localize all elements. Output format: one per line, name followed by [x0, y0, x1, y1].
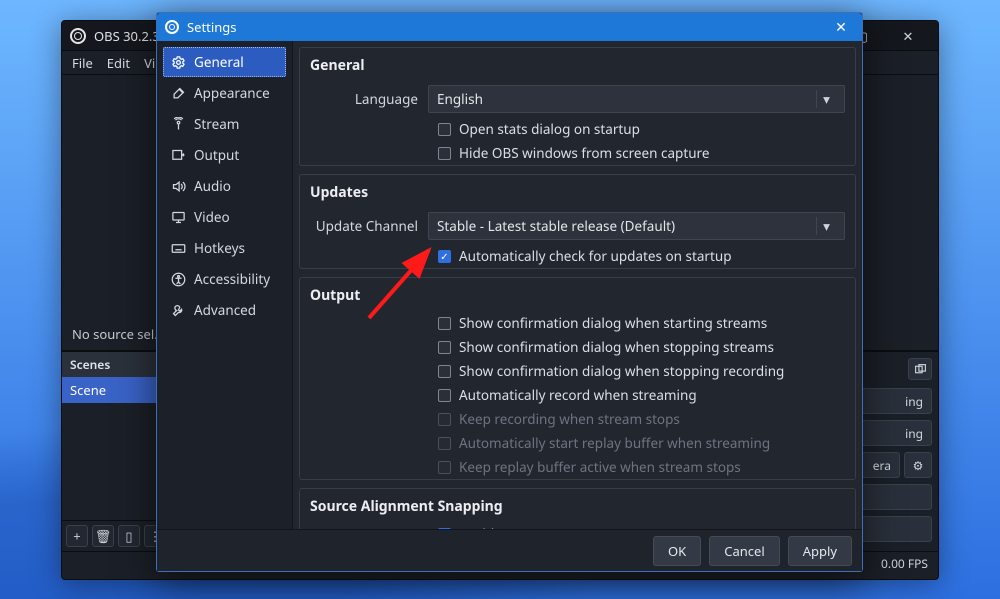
fps-label: 0.00 FPS: [881, 555, 928, 572]
section-general: General Language English ▾ Open stats di…: [299, 47, 856, 166]
language-select[interactable]: English ▾: [428, 85, 845, 113]
confirm-stop-streams-checkbox-row[interactable]: Show confirmation dialog when stopping s…: [300, 335, 855, 359]
settings-dialog: Settings ✕ General Appearance Stream Out…: [156, 12, 863, 572]
update-channel-select[interactable]: Stable - Latest stable release (Default)…: [428, 212, 845, 240]
sidebar-item-output[interactable]: Output: [163, 140, 286, 170]
section-snapping: Source Alignment Snapping Enable: [299, 488, 856, 529]
sidebar-item-accessibility[interactable]: Accessibility: [163, 264, 286, 294]
checkbox-unchecked[interactable]: [438, 123, 451, 136]
dialog-footer: OK Cancel Apply: [157, 529, 862, 571]
accessibility-icon: [171, 272, 186, 287]
sidebar-item-video[interactable]: Video: [163, 202, 286, 232]
monitor-icon: [171, 210, 186, 225]
snapping-enable-checkbox-row[interactable]: Enable: [300, 522, 855, 529]
open-stats-checkbox-row[interactable]: Open stats dialog on startup: [300, 117, 855, 141]
obs-logo-icon: [165, 20, 179, 34]
language-label: Language: [310, 90, 428, 108]
obs-logo-icon: [70, 28, 86, 44]
confirm-start-streams-checkbox-row[interactable]: Show confirmation dialog when starting s…: [300, 311, 855, 335]
section-updates: Updates Update Channel Stable - Latest s…: [299, 174, 856, 269]
cancel-button[interactable]: Cancel: [709, 536, 779, 566]
auto-check-updates-checkbox-row[interactable]: Automatically check for updates on start…: [300, 244, 855, 268]
scene-filter-button[interactable]: ▯: [118, 525, 140, 547]
keep-recording-checkbox-row: Keep recording when stream stops: [300, 407, 855, 431]
brush-icon: [171, 86, 186, 101]
checkbox-unchecked[interactable]: [438, 341, 451, 354]
checkbox-unchecked[interactable]: [438, 147, 451, 160]
section-heading: Output: [300, 278, 855, 311]
speaker-icon: [171, 179, 186, 194]
settings-gear-button[interactable]: ⚙: [904, 452, 932, 478]
sidebar-item-general[interactable]: General: [163, 47, 286, 77]
chevron-down-icon: ▾: [816, 217, 836, 235]
section-heading: Source Alignment Snapping: [300, 489, 855, 522]
scene-remove-button[interactable]: 🗑: [92, 525, 114, 547]
obs-title: OBS 30.2.3: [94, 27, 160, 45]
section-heading: Updates: [300, 175, 855, 208]
checkbox-disabled: [438, 461, 451, 474]
checkbox-disabled: [438, 437, 451, 450]
settings-sidebar: General Appearance Stream Output Audio V…: [157, 41, 293, 529]
keep-replay-buffer-checkbox-row: Keep replay buffer active when stream st…: [300, 455, 855, 479]
dialog-title: Settings: [187, 18, 236, 36]
scene-add-button[interactable]: +: [66, 525, 88, 547]
section-heading: General: [300, 48, 855, 81]
confirm-stop-recording-checkbox-row[interactable]: Show confirmation dialog when stopping r…: [300, 359, 855, 383]
antenna-icon: [171, 117, 186, 132]
checkbox-checked[interactable]: [438, 250, 451, 263]
keyboard-icon: [171, 241, 186, 256]
update-channel-label: Update Channel: [310, 217, 428, 235]
sidebar-item-audio[interactable]: Audio: [163, 171, 286, 201]
close-button[interactable]: ✕: [886, 22, 930, 50]
checkbox-unchecked[interactable]: [438, 365, 451, 378]
auto-replay-buffer-checkbox-row: Automatically start replay buffer when s…: [300, 431, 855, 455]
chevron-down-icon: ▾: [816, 90, 836, 108]
dialog-titlebar: Settings ✕: [157, 13, 862, 41]
auto-record-checkbox-row[interactable]: Automatically record when streaming: [300, 383, 855, 407]
dialog-close-button[interactable]: ✕: [828, 14, 854, 40]
sidebar-item-appearance[interactable]: Appearance: [163, 78, 286, 108]
checkbox-unchecked[interactable]: [438, 389, 451, 402]
menu-edit[interactable]: Edit: [107, 54, 130, 72]
hide-windows-checkbox-row[interactable]: Hide OBS windows from screen capture: [300, 141, 855, 165]
sidebar-item-stream[interactable]: Stream: [163, 109, 286, 139]
popout-icon[interactable]: [908, 358, 932, 380]
sidebar-item-hotkeys[interactable]: Hotkeys: [163, 233, 286, 263]
wrench-icon: [171, 303, 186, 318]
sidebar-item-advanced[interactable]: Advanced: [163, 295, 286, 325]
ok-button[interactable]: OK: [653, 536, 701, 566]
export-icon: [171, 148, 186, 163]
section-output: Output Show confirmation dialog when sta…: [299, 277, 856, 480]
gear-icon: [171, 55, 186, 70]
apply-button[interactable]: Apply: [788, 536, 852, 566]
settings-content: General Language English ▾ Open stats di…: [293, 41, 862, 529]
checkbox-disabled: [438, 413, 451, 426]
menu-file[interactable]: File: [72, 54, 93, 72]
checkbox-unchecked[interactable]: [438, 317, 451, 330]
